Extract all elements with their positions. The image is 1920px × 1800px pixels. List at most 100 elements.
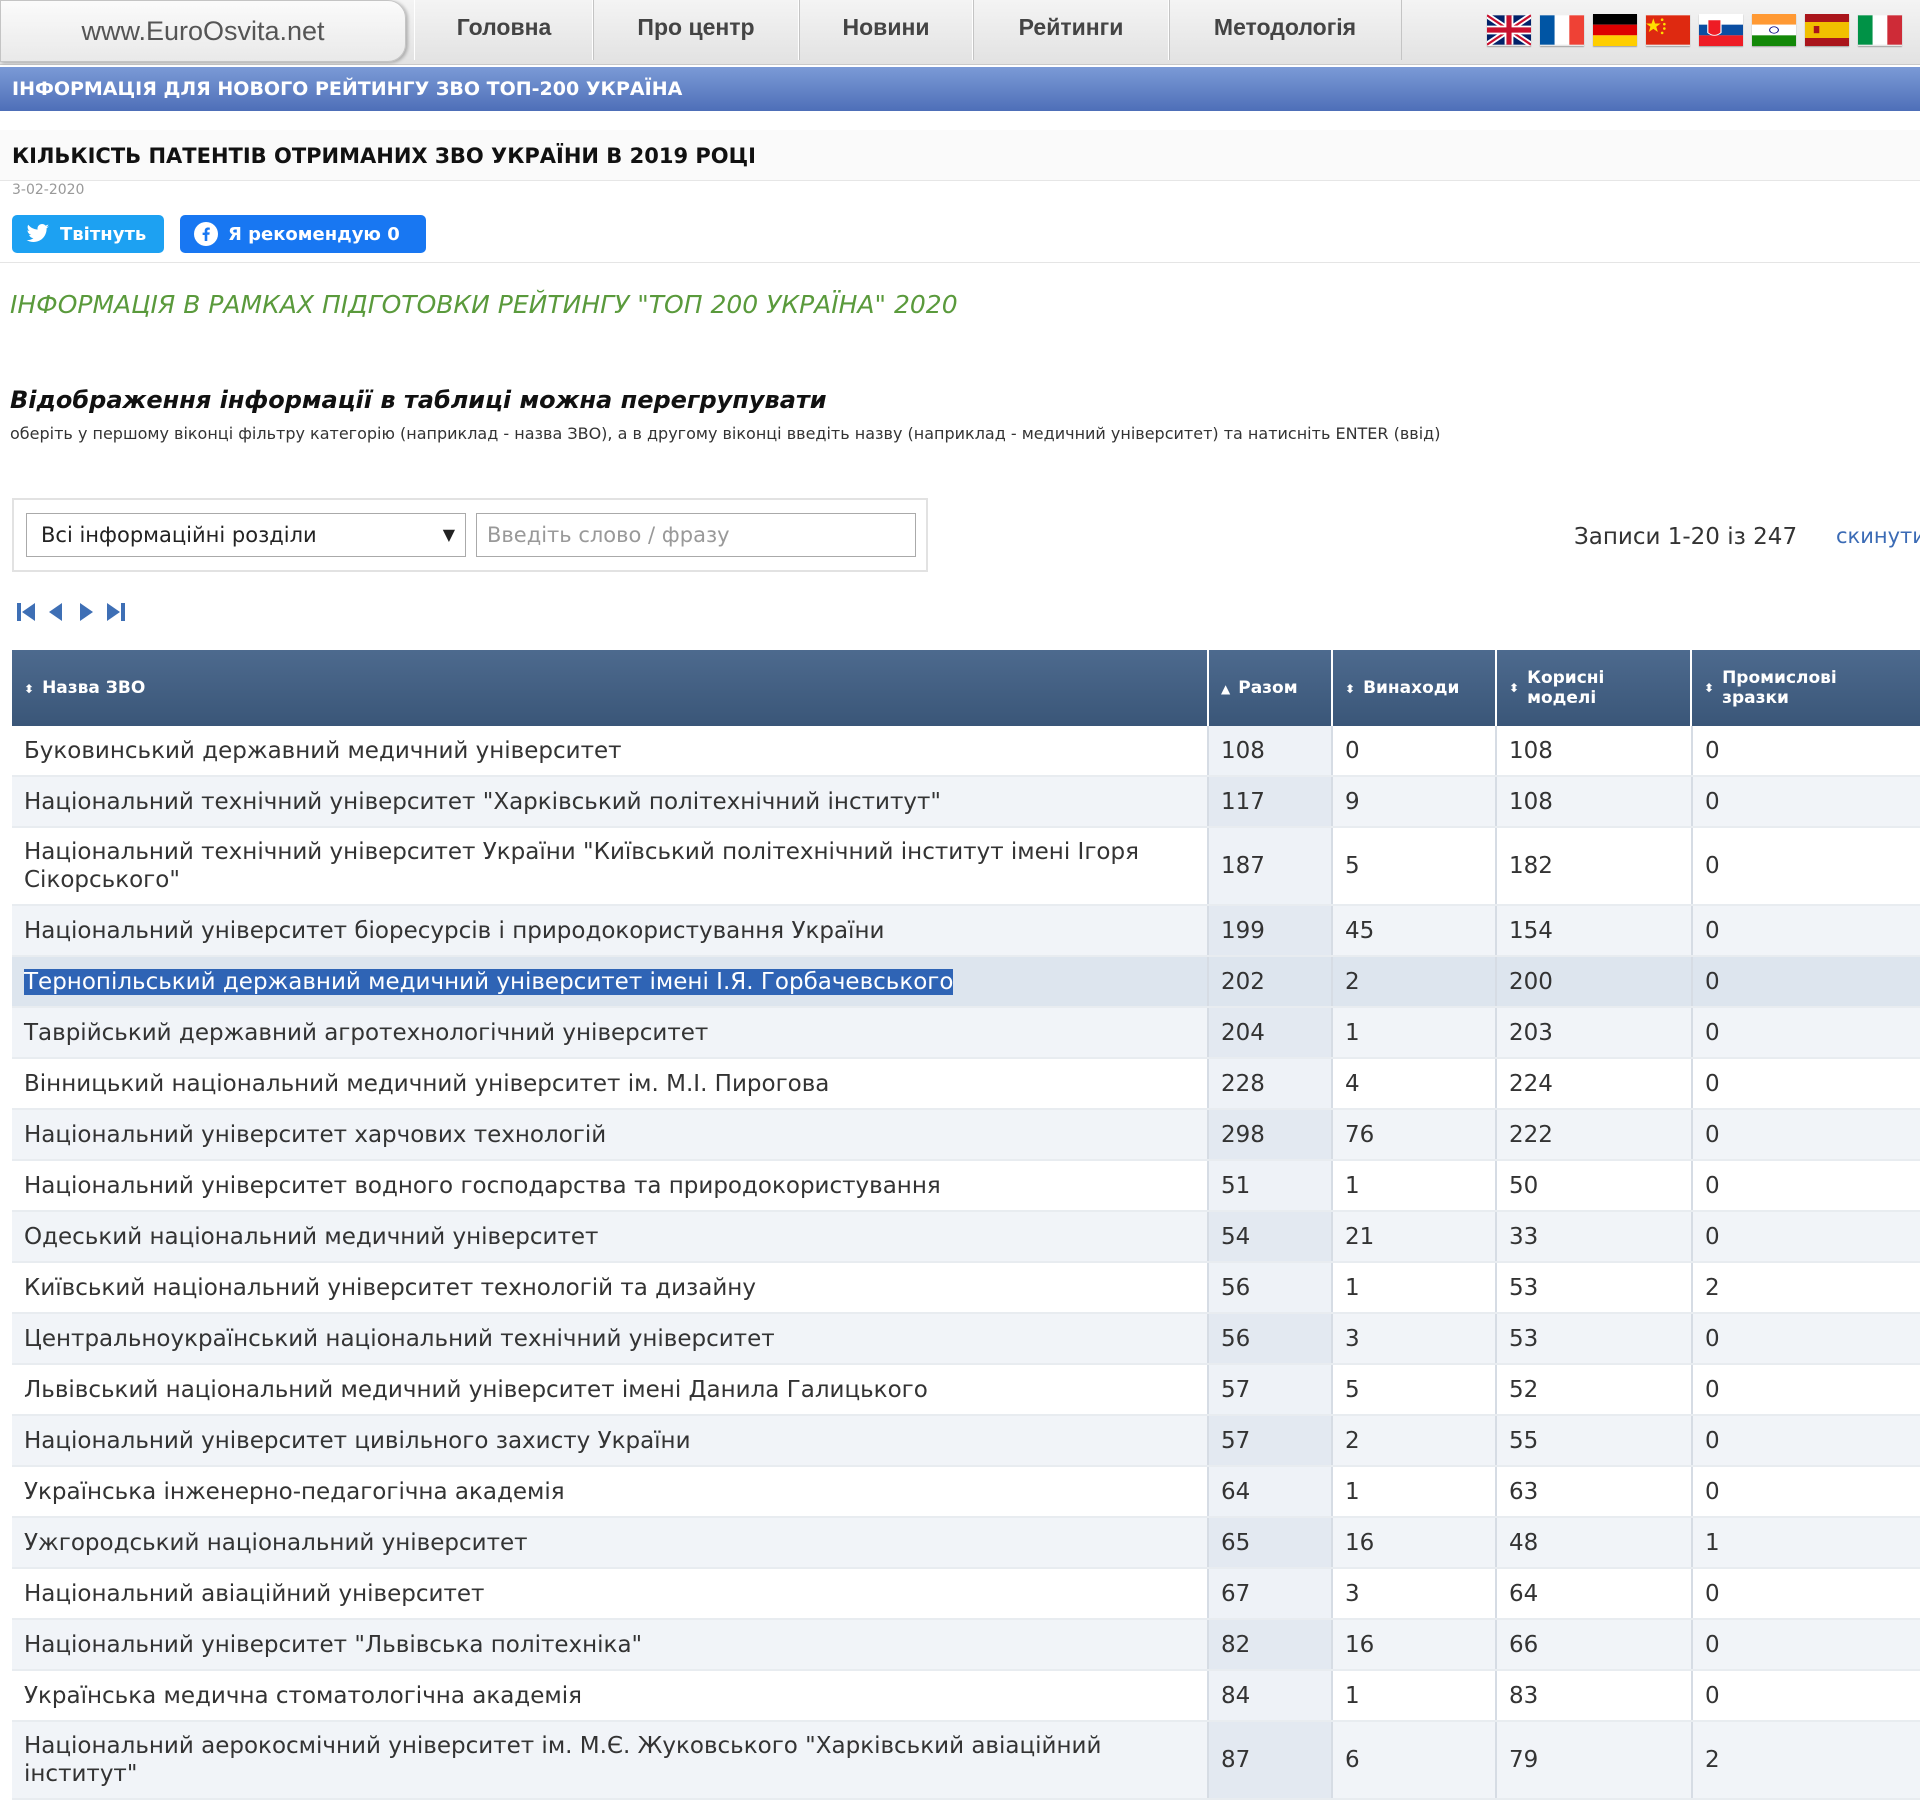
nav-item-home[interactable]: Головна <box>414 0 594 60</box>
table-row[interactable]: Таврійський державний агротехнологічний … <box>12 1007 1920 1059</box>
category-select[interactable]: Всі інформаційні розділи ▼ <box>26 513 466 557</box>
cell-name: Національний університет "Львівська полі… <box>12 1619 1209 1671</box>
tweet-button[interactable]: Твітнуть <box>12 215 164 253</box>
table-row[interactable]: Національний технічний університет Украї… <box>12 827 1920 906</box>
dropdown-arrow-icon: ▼ <box>442 525 455 544</box>
table-row[interactable]: Українська медична стоматологічна академ… <box>12 1670 1920 1722</box>
table-row[interactable]: Національний університет харчових технол… <box>12 1109 1920 1161</box>
cell-utility-models: 79 <box>1496 1721 1693 1800</box>
column-header-name[interactable]: ⬍ Назва ЗВО <box>12 650 1209 726</box>
table-row[interactable]: Ужгородський національний університет 65 1… <box>12 1517 1920 1569</box>
facebook-recommend-label: Я рекомендую 0 <box>228 223 400 245</box>
cell-industrial-designs: 0 <box>1692 1211 1920 1263</box>
table-row[interactable]: Львівський національний медичний універс… <box>12 1364 1920 1416</box>
cell-total: 67 <box>1208 1568 1333 1620</box>
cell-total: 84 <box>1208 1670 1333 1722</box>
table-row[interactable]: Національний авіаційний університет 67 3 64… <box>12 1568 1920 1620</box>
cell-name: Національний університет харчових технол… <box>12 1109 1209 1161</box>
next-page-icon[interactable] <box>74 600 98 624</box>
table-row[interactable]: Київський національний університет техно… <box>12 1262 1920 1314</box>
page-title: КІЛЬКІСТЬ ПАТЕНТІВ ОТРИМАНИХ ЗВО УКРАЇНИ… <box>12 144 756 168</box>
column-header-utility-models[interactable]: ⬍ Корисні моделі <box>1497 650 1692 726</box>
cell-inventions: 2 <box>1332 1415 1497 1467</box>
spain-flag-icon[interactable] <box>1805 14 1849 46</box>
column-header-industrial-designs[interactable]: ⬍ Промислові зразки <box>1692 650 1920 726</box>
cell-name: Буковинський державний медичний універси… <box>12 726 1209 777</box>
cell-industrial-designs: 0 <box>1692 905 1920 957</box>
uk-flag-icon[interactable] <box>1487 14 1531 46</box>
cell-total: 298 <box>1208 1109 1333 1161</box>
table-row[interactable]: Національний університет водного господа… <box>12 1160 1920 1212</box>
cell-inventions: 16 <box>1332 1619 1497 1671</box>
table-row[interactable]: Вінницький національний медичний універс… <box>12 1058 1920 1110</box>
column-header-total[interactable]: ▲ Разом <box>1208 650 1333 726</box>
reset-link[interactable]: скинути <box>1836 524 1920 548</box>
cell-name: Львівський національний медичний універс… <box>12 1364 1209 1416</box>
table-row[interactable]: Тернопільський державний медичний універ… <box>12 956 1920 1008</box>
cell-inventions: 4 <box>1332 1058 1497 1110</box>
cell-inventions: 1 <box>1332 1160 1497 1212</box>
cell-total: 57 <box>1208 1415 1333 1467</box>
nav-item-methodology[interactable]: Методологія <box>1168 0 1402 60</box>
cell-name: Українська інженерно-педагогічна академі… <box>12 1466 1209 1518</box>
nav-item-about[interactable]: Про центр <box>592 0 800 60</box>
cell-total: 57 <box>1208 1364 1333 1416</box>
cell-utility-models: 53 <box>1496 1313 1693 1365</box>
publish-date: 3-02-2020 <box>12 182 85 198</box>
tweet-label: Твітнуть <box>60 223 147 245</box>
cell-total: 202 <box>1208 956 1333 1008</box>
cell-industrial-designs: 0 <box>1692 1160 1920 1212</box>
sort-icon: ⬍ <box>1345 681 1356 696</box>
table-row[interactable]: Національний університет цивільного захи… <box>12 1415 1920 1467</box>
section-banner: ІНФОРМАЦІЯ ДЛЯ НОВОГО РЕЙТИНГУ ЗВО ТОП-2… <box>0 67 1920 111</box>
site-logo[interactable]: www.EuroOsvita.net <box>0 0 406 62</box>
cell-total: 199 <box>1208 905 1333 957</box>
cell-inventions: 5 <box>1332 1364 1497 1416</box>
cell-industrial-designs: 0 <box>1692 1109 1920 1161</box>
table-row[interactable]: Національний технічний університет "Харк… <box>12 776 1920 828</box>
cell-utility-models: 52 <box>1496 1364 1693 1416</box>
cell-inventions: 1 <box>1332 1670 1497 1722</box>
cell-industrial-designs: 0 <box>1692 1364 1920 1416</box>
table-row[interactable]: Українська інженерно-педагогічна академі… <box>12 1466 1920 1518</box>
cell-utility-models: 64 <box>1496 1568 1693 1620</box>
cell-name: Вінницький національний медичний універс… <box>12 1058 1209 1110</box>
cell-utility-models: 63 <box>1496 1466 1693 1518</box>
cell-utility-models: 222 <box>1496 1109 1693 1161</box>
cell-utility-models: 203 <box>1496 1007 1693 1059</box>
nav-item-ratings[interactable]: Рейтинги <box>972 0 1170 60</box>
table-row[interactable]: Центральноукраїнський національний техні… <box>12 1313 1920 1365</box>
cell-utility-models: 154 <box>1496 905 1693 957</box>
previous-page-icon[interactable] <box>44 600 68 624</box>
facebook-icon <box>194 222 218 246</box>
cell-utility-models: 224 <box>1496 1058 1693 1110</box>
table-row[interactable]: Буковинський державний медичний універси… <box>12 726 1920 777</box>
italy-flag-icon[interactable] <box>1858 14 1902 46</box>
column-header-inventions[interactable]: ⬍ Винаходи <box>1332 650 1497 726</box>
cell-inventions: 1 <box>1332 1262 1497 1314</box>
table-row[interactable]: Національний аерокосмічний університет і… <box>12 1721 1920 1800</box>
nav-item-news[interactable]: Новини <box>798 0 974 60</box>
table-row[interactable]: Національний університет "Львівська полі… <box>12 1619 1920 1671</box>
slovakia-flag-icon[interactable] <box>1699 14 1743 46</box>
cell-name: Київський національний університет техно… <box>12 1262 1209 1314</box>
cell-industrial-designs: 2 <box>1692 1721 1920 1800</box>
cell-inventions: 2 <box>1332 956 1497 1008</box>
cell-utility-models: 108 <box>1496 776 1693 828</box>
china-flag-icon[interactable] <box>1646 14 1690 46</box>
pagination <box>14 600 128 624</box>
germany-flag-icon[interactable] <box>1593 14 1637 46</box>
first-page-icon[interactable] <box>14 600 38 624</box>
table-row[interactable]: Національний університет біоресурсів і п… <box>12 905 1920 957</box>
search-input[interactable] <box>476 513 916 557</box>
table-row[interactable]: Одеський національний медичний університ… <box>12 1211 1920 1263</box>
facebook-recommend-button[interactable]: Я рекомендую 0 <box>180 215 426 253</box>
sort-ascending-icon: ▲ <box>1221 681 1231 696</box>
cell-industrial-designs: 0 <box>1692 1415 1920 1467</box>
india-flag-icon[interactable] <box>1752 14 1796 46</box>
top-navigation: www.EuroOsvita.net Головна Про центр Нов… <box>0 0 1920 65</box>
france-flag-icon[interactable] <box>1540 14 1584 46</box>
last-page-icon[interactable] <box>104 600 128 624</box>
cell-industrial-designs: 0 <box>1692 776 1920 828</box>
title-row: КІЛЬКІСТЬ ПАТЕНТІВ ОТРИМАНИХ ЗВО УКРАЇНИ… <box>0 130 1920 181</box>
